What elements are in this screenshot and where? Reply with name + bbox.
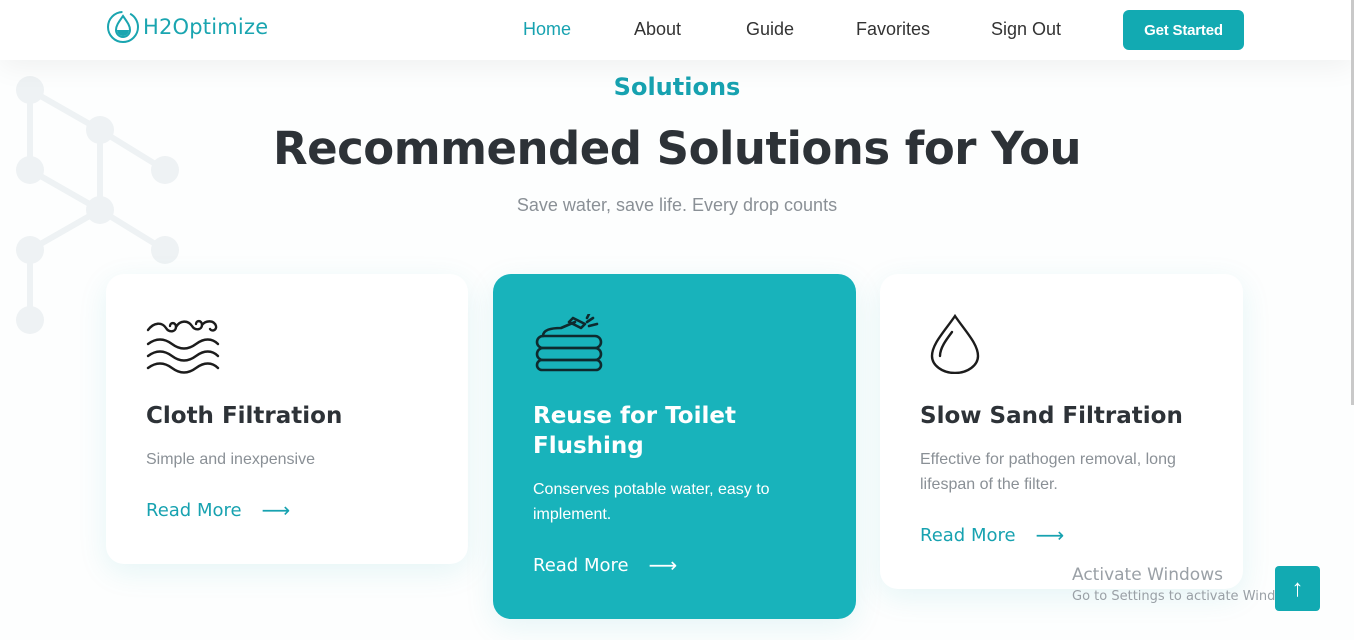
read-more-label: Read More [146, 499, 242, 521]
nav-home[interactable]: Home [523, 19, 571, 40]
scroll-to-top-button[interactable]: ↑ [1275, 566, 1320, 611]
card-title: Cloth Filtration [146, 403, 343, 429]
read-more-link[interactable]: Read More ⟶ [146, 498, 290, 522]
card-title: Slow Sand Filtration [920, 403, 1183, 429]
card-description: Conserves potable water, easy to impleme… [533, 481, 770, 523]
read-more-label: Read More [533, 554, 629, 576]
card-description: Simple and inexpensive [146, 451, 315, 468]
watermark-subtitle: Go to Settings to activate Windows. [1072, 589, 1305, 604]
section-title: Recommended Solutions for You [272, 122, 1082, 175]
nav-favorites[interactable]: Favorites [856, 19, 930, 40]
card-title: Reuse for Toilet Flushing [533, 403, 736, 459]
waves-icon [146, 319, 220, 374]
read-more-link[interactable]: Read More ⟶ [920, 523, 1064, 547]
arrow-right-icon: ⟶ [648, 553, 678, 577]
arrow-up-icon: ↑ [1291, 574, 1304, 602]
solution-card-slow-sand-filtration: Slow Sand Filtration Effective for patho… [880, 274, 1243, 589]
activate-windows-watermark: Activate Windows Go to Settings to activ… [1072, 565, 1305, 604]
arrow-right-icon: ⟶ [1035, 523, 1065, 547]
solution-card-cloth-filtration: Cloth Filtration Simple and inexpensive … [106, 274, 468, 564]
site-header: H2Optimize Home About Guide Favorites Si… [0, 0, 1354, 60]
section-subtitle: Save water, save life. Every drop counts [516, 195, 838, 215]
watermark-title: Activate Windows [1072, 565, 1223, 585]
get-started-button[interactable]: Get Started [1123, 10, 1244, 50]
card-description: Effective for pathogen removal, long lif… [920, 451, 1176, 493]
read-more-label: Read More [920, 524, 1016, 546]
nav-sign-out[interactable]: Sign Out [991, 19, 1061, 40]
nav-about[interactable]: About [634, 19, 681, 40]
arrow-right-icon: ⟶ [261, 498, 291, 522]
hose-icon [535, 312, 603, 372]
read-more-link[interactable]: Read More ⟶ [533, 553, 677, 577]
section-tag: Solutions [613, 73, 741, 101]
solution-card-toilet-flushing: Reuse for Toilet Flushing Conserves pota… [493, 274, 856, 619]
water-drop-icon [930, 313, 980, 375]
nav-guide[interactable]: Guide [746, 19, 794, 40]
